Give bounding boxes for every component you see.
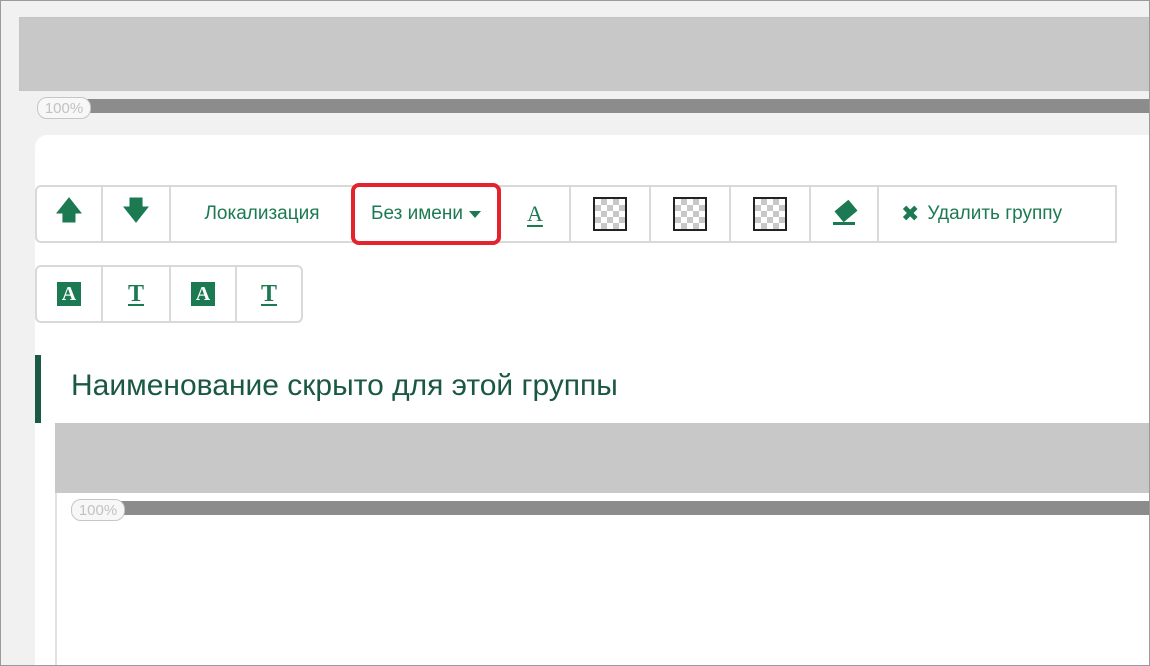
transparent-swatch-icon (752, 197, 787, 231)
name-dropdown-value: Без имени (371, 203, 463, 224)
name-dropdown-wrap: Без имени (351, 183, 501, 245)
content-background-button[interactable]: A (169, 265, 237, 323)
arrow-up-icon: 🡅 (55, 195, 83, 225)
zoom-track[interactable] (57, 99, 1149, 113)
zoom-label: 100% (37, 97, 91, 119)
outer-zoom-slider[interactable]: 100% (37, 97, 1149, 119)
font-color-icon: A (527, 201, 543, 226)
content-text-button[interactable]: T (235, 265, 303, 323)
group-toolbar: 🡅 🡇 Локализация Без имени A ✖ Удалить гр… (35, 183, 1117, 245)
font-color-button[interactable]: A (498, 185, 571, 243)
localization-label: Локализация (204, 203, 320, 224)
text-background-icon: A (57, 282, 81, 306)
clear-format-button[interactable] (808, 185, 879, 243)
move-up-button[interactable]: 🡅 (35, 185, 103, 243)
chevron-down-icon (468, 210, 481, 218)
background-color-button-1[interactable] (568, 185, 651, 243)
section-accent-bar (35, 355, 41, 423)
transparent-swatch-icon (672, 197, 707, 231)
text-background-icon: A (191, 282, 215, 306)
eraser-icon (832, 199, 858, 225)
localization-button[interactable]: Локализация (169, 185, 355, 243)
inner-content-area (55, 493, 1149, 665)
zoom-track[interactable] (91, 501, 1149, 515)
section-title: Наименование скрыто для этой группы (71, 369, 618, 402)
inner-header-bar (55, 423, 1149, 493)
background-color-button-2[interactable] (648, 185, 731, 243)
background-color-button-3[interactable] (728, 185, 811, 243)
title-text-button[interactable]: T (101, 265, 171, 323)
arrow-down-icon: 🡇 (122, 195, 150, 225)
delete-group-button[interactable]: ✖ Удалить группу (876, 185, 1117, 243)
name-dropdown[interactable]: Без имени (351, 183, 501, 245)
transparent-swatch-icon (592, 197, 627, 231)
window-frame: 100% 🡅 🡇 Локализация Без имени A ✖ Удали… (0, 0, 1150, 666)
zoom-label: 100% (71, 499, 125, 521)
text-color-icon: T (127, 281, 144, 307)
text-color-icon: T (260, 281, 277, 307)
text-style-toolbar: A T A T (35, 265, 303, 323)
group-panel: 🡅 🡇 Локализация Без имени A ✖ Удалить гр… (35, 135, 1149, 665)
move-down-button[interactable]: 🡇 (101, 185, 171, 243)
title-background-button[interactable]: A (35, 265, 103, 323)
inner-zoom-slider[interactable]: 100% (71, 499, 1149, 521)
delete-group-label: Удалить группу (927, 203, 1063, 224)
close-icon: ✖ (900, 201, 920, 226)
outer-header-bar (19, 17, 1149, 91)
